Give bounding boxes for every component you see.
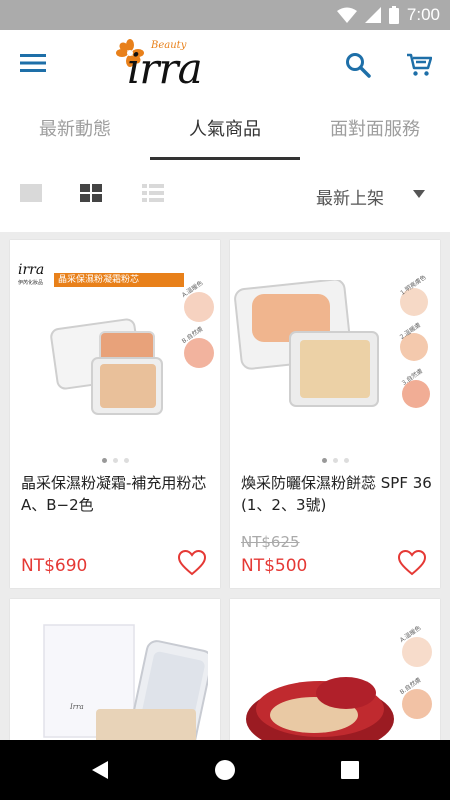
tab-popular-products[interactable]: 人氣商品 bbox=[150, 100, 300, 160]
logo-wordmark: irra bbox=[127, 44, 203, 93]
shopping-cart-icon bbox=[407, 53, 433, 76]
product-name: 煥采防曬保濕粉餅蕊 SPF 36 (1、2、3號) bbox=[241, 474, 432, 514]
banner-brand: irra bbox=[18, 262, 45, 278]
box-brand-text: Irra bbox=[70, 703, 84, 711]
product-banner: irra 伊芮化妝品 晶采保濕粉凝霜粉芯 bbox=[14, 262, 184, 288]
status-time: 7:00 bbox=[406, 5, 440, 24]
hamburger-menu-icon bbox=[20, 54, 46, 72]
signal-icon bbox=[364, 7, 381, 23]
product-card[interactable]: A.溫暖色 B.自然膚 bbox=[230, 599, 440, 740]
list-view-button[interactable] bbox=[142, 184, 166, 206]
pager-dot bbox=[321, 458, 327, 463]
pager-dot bbox=[343, 458, 349, 463]
wifi-icon bbox=[336, 7, 357, 23]
tab-latest-news[interactable]: 最新動態 bbox=[0, 100, 150, 160]
pager-dot bbox=[112, 458, 118, 463]
product-card[interactable]: irra 伊芮化妝品 晶采保濕粉凝霜粉芯 A.溫暖色 B.自然膚 晶采保濕粉凝霜… bbox=[10, 240, 220, 588]
pager-dot bbox=[332, 458, 338, 463]
back-button[interactable] bbox=[90, 760, 110, 784]
grid-icon bbox=[80, 184, 102, 202]
compact-case-illustration bbox=[50, 318, 163, 415]
search-icon bbox=[346, 53, 371, 78]
cart-button[interactable] bbox=[406, 52, 434, 80]
search-button[interactable] bbox=[345, 52, 373, 80]
heart-icon bbox=[397, 549, 427, 576]
favorite-button[interactable] bbox=[397, 549, 427, 578]
banner-title: 晶采保濕粉凝霜粉芯 bbox=[54, 273, 184, 287]
status-icons: 7:00 bbox=[336, 4, 440, 26]
view-toolbar: 最新上架 bbox=[0, 160, 450, 232]
product-price: NT$690 bbox=[21, 556, 88, 576]
single-square-icon bbox=[20, 184, 42, 202]
pager-dot bbox=[101, 458, 107, 463]
battery-icon bbox=[388, 6, 399, 24]
shade-swatch bbox=[402, 689, 432, 719]
favorite-button[interactable] bbox=[177, 549, 207, 578]
home-button[interactable] bbox=[215, 760, 235, 784]
sort-dropdown[interactable]: 最新上架 bbox=[316, 184, 384, 209]
product-image: Irra bbox=[10, 599, 220, 740]
home-circle-icon bbox=[215, 760, 235, 780]
shade-swatch bbox=[184, 292, 214, 322]
tab-face-to-face-service[interactable]: 面對面服務 bbox=[300, 100, 450, 160]
shade-swatch bbox=[402, 637, 432, 667]
pager-dot bbox=[123, 458, 129, 463]
app-bar: Beauty irra bbox=[0, 30, 450, 100]
image-pager-dots bbox=[10, 458, 220, 463]
recents-square-icon bbox=[341, 761, 359, 779]
product-card[interactable]: 1.明亮膚色 2.溫暖膚 3.自然膚 煥采防曬保濕粉餅蕊 SPF 36 (1、2… bbox=[230, 240, 440, 588]
product-name: 晶采保濕粉凝霜-補充用粉芯A、B−2色 bbox=[21, 474, 207, 514]
menu-button[interactable] bbox=[20, 52, 50, 78]
list-icon bbox=[142, 184, 164, 202]
recents-button[interactable] bbox=[340, 760, 360, 784]
product-price: NT$500 bbox=[241, 556, 308, 576]
banner-brand-subtitle: 伊芮化妝品 bbox=[18, 280, 44, 286]
compact-box-illustration bbox=[43, 624, 208, 740]
product-image: A.溫暖色 B.自然膚 bbox=[230, 599, 440, 740]
product-image: 1.明亮膚色 2.溫暖膚 3.自然膚 bbox=[230, 240, 440, 450]
category-tabs: 最新動態 人氣商品 面對面服務 bbox=[0, 100, 450, 160]
red-compact-illustration bbox=[246, 677, 394, 740]
single-view-button[interactable] bbox=[20, 184, 44, 206]
product-card[interactable]: Irra bbox=[10, 599, 220, 740]
heart-icon bbox=[177, 549, 207, 576]
grid-view-button[interactable] bbox=[80, 184, 104, 206]
compact-case-illustration bbox=[234, 280, 379, 407]
product-image: irra 伊芮化妝品 晶采保濕粉凝霜粉芯 A.溫暖色 B.自然膚 bbox=[10, 240, 220, 450]
shade-swatch bbox=[184, 338, 214, 368]
status-bar: 7:00 bbox=[0, 0, 450, 30]
system-navigation-bar bbox=[0, 740, 450, 800]
sort-dropdown-arrow-icon[interactable] bbox=[413, 190, 425, 198]
irra-logo[interactable]: Beauty irra bbox=[115, 36, 225, 98]
original-price: NT$625 bbox=[241, 533, 300, 551]
image-pager-dots bbox=[230, 458, 440, 463]
back-triangle-icon bbox=[92, 761, 108, 779]
